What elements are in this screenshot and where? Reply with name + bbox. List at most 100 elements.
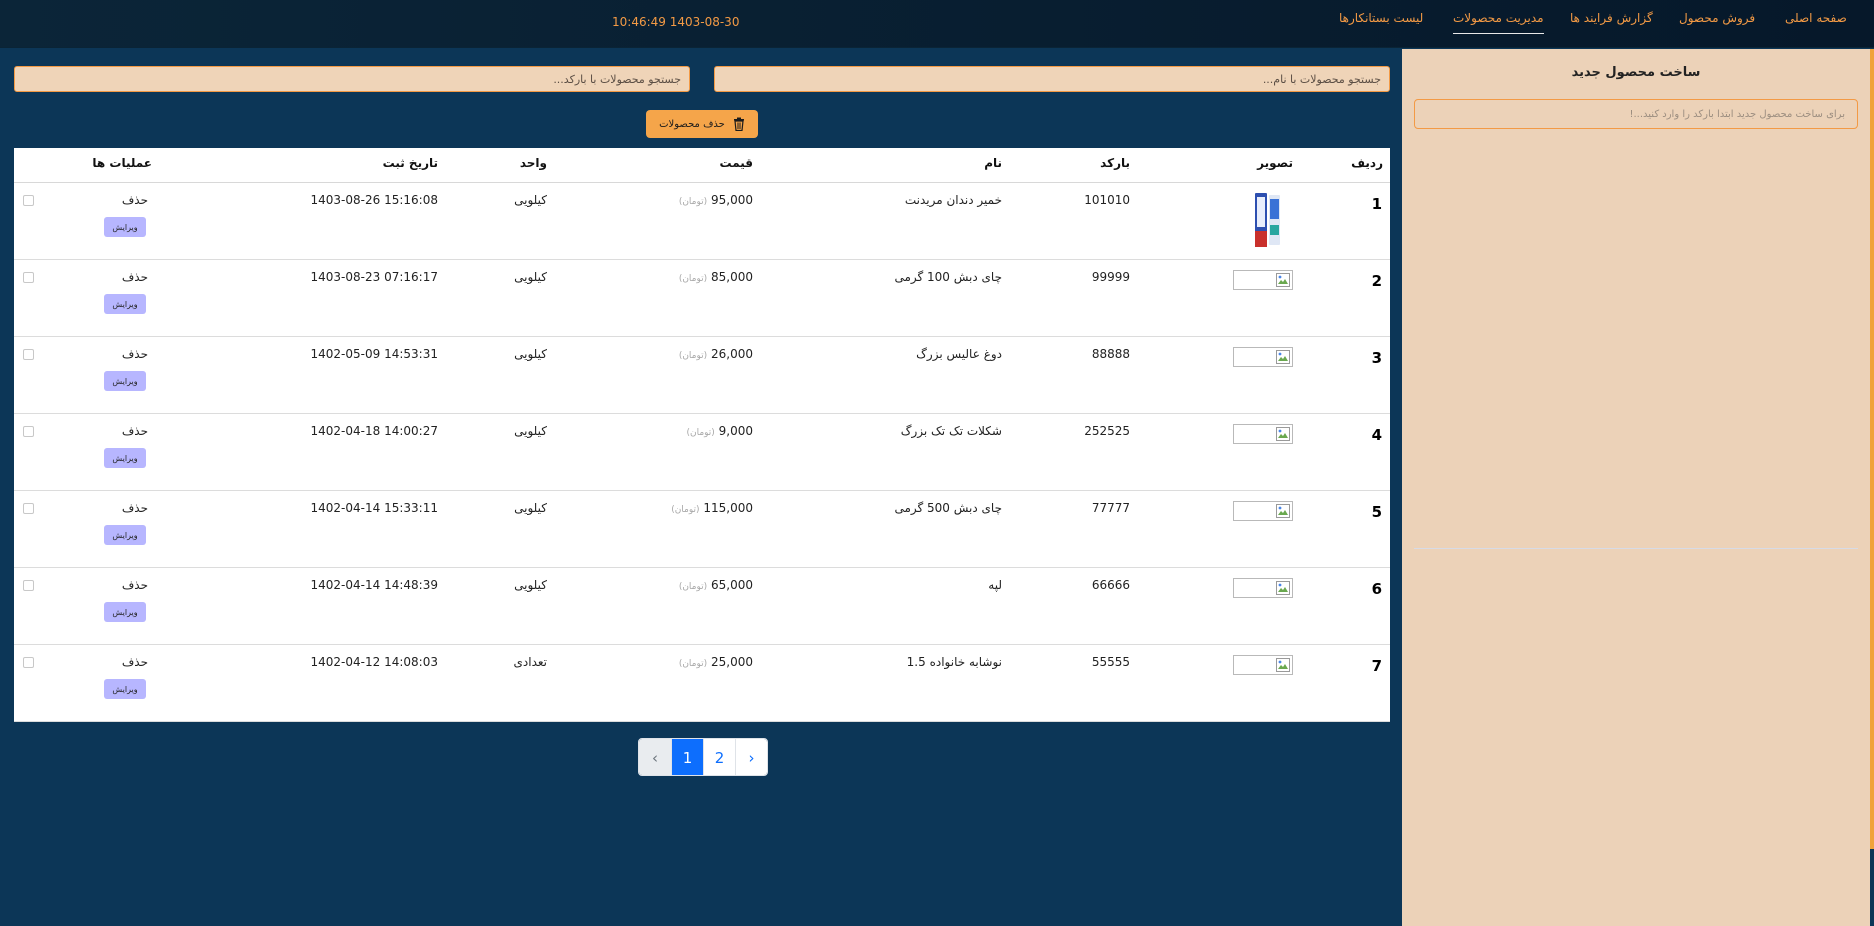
table-row: 6 66666 لپه 65,000 (تومان) کیلویی 14:48:39 14… xyxy=(14,568,1390,645)
row-price-currency: (تومان) xyxy=(678,351,708,361)
row-barcode: 66666 xyxy=(1091,578,1130,592)
create-product-title: ساخت محصول جدید xyxy=(1571,65,1701,80)
row-select-checkbox[interactable] xyxy=(23,580,34,591)
clock: 10:46:49 1403-08-30 xyxy=(612,15,740,29)
table-row: 2 99999 چای دبش 100 گرمی 85,000 (تومان) کیلو… xyxy=(14,260,1390,337)
product-image-placeholder xyxy=(1233,501,1293,521)
header-price: قیمت xyxy=(719,156,753,170)
page-prev-button[interactable]: ‹ xyxy=(639,739,671,775)
table-row: 3 88888 دوغ عالیس بزرگ 26,000 (تومان) کیلویی… xyxy=(14,337,1390,414)
header-image: تصویر xyxy=(1257,156,1293,170)
row-price-currency: (تومان) xyxy=(671,505,700,515)
header-index: ردیف xyxy=(1351,156,1383,170)
row-date: 15:33:11 1402-04-14 xyxy=(310,501,438,515)
row-price-currency: (تومان) xyxy=(678,197,708,207)
row-unit: کیلویی xyxy=(514,578,547,592)
panel-divider xyxy=(1414,548,1858,549)
broken-image-icon xyxy=(1276,427,1290,441)
row-index: 2 xyxy=(1371,272,1382,290)
page-next-button[interactable]: › xyxy=(735,739,767,775)
row-price-value: 95,000 xyxy=(711,193,753,207)
product-image-placeholder xyxy=(1233,424,1293,444)
row-date: 07:16:17 1403-08-23 xyxy=(310,270,438,284)
search-by-barcode-input[interactable] xyxy=(14,66,690,92)
row-delete-link[interactable]: حذف xyxy=(122,655,148,669)
top-navbar: صفحه اصلی فروش محصول گزارش فرایند ها مدی… xyxy=(0,0,1874,48)
row-price-value: 26,000 xyxy=(711,347,753,361)
row-barcode: 101010 xyxy=(1084,193,1130,207)
row-edit-button[interactable]: ویرایش xyxy=(104,217,146,237)
nav-process-reports[interactable]: گزارش فرایند ها xyxy=(1570,11,1653,25)
products-table: ردیف تصویر بارکد نام قیمت واحد تاریخ ثبت… xyxy=(14,148,1390,722)
row-price-value: 115,000 xyxy=(703,501,753,515)
row-select-checkbox[interactable] xyxy=(23,195,34,206)
row-edit-button[interactable]: ویرایش xyxy=(104,294,146,314)
row-delete-link[interactable]: حذف xyxy=(122,270,148,284)
row-barcode: 99999 xyxy=(1091,270,1130,284)
nav-creditors-list[interactable]: لیست بستانکارها xyxy=(1339,11,1423,25)
row-edit-button[interactable]: ویرایش xyxy=(104,371,146,391)
row-price-value: 85,000 xyxy=(711,270,753,284)
scrollbar[interactable] xyxy=(1870,49,1874,849)
row-unit: کیلویی xyxy=(514,193,547,207)
header-unit: واحد xyxy=(519,156,547,170)
broken-image-icon xyxy=(1276,504,1290,518)
row-select-checkbox[interactable] xyxy=(23,657,34,668)
row-delete-link[interactable]: حذف xyxy=(122,578,148,592)
delete-products-label: حذف محصولات xyxy=(659,118,725,130)
row-edit-button[interactable]: ویرایش xyxy=(104,602,146,622)
row-unit: کیلویی xyxy=(514,270,547,284)
trash-icon xyxy=(733,117,744,131)
row-price: 95,000 (تومان) xyxy=(679,193,753,207)
row-price: 25,000 (تومان) xyxy=(679,655,753,669)
row-edit-button[interactable]: ویرایش xyxy=(104,679,146,699)
header-actions: عملیات ها xyxy=(92,156,152,170)
nav-product-management[interactable]: مدیریت محصولات xyxy=(1453,11,1544,34)
row-select-checkbox[interactable] xyxy=(23,503,34,514)
row-delete-link[interactable]: حذف xyxy=(122,501,148,515)
row-barcode: 77777 xyxy=(1091,501,1130,515)
product-image-placeholder xyxy=(1233,578,1293,598)
row-name: لپه xyxy=(988,578,1002,592)
row-name: چای دبش 500 گرمی xyxy=(894,501,1002,515)
nav-sell-product[interactable]: فروش محصول xyxy=(1679,11,1755,25)
row-price: 9,000 (تومان) xyxy=(686,424,753,438)
row-delete-link[interactable]: حذف xyxy=(122,347,148,361)
product-image-placeholder xyxy=(1233,270,1293,290)
row-unit: کیلویی xyxy=(514,424,547,438)
row-index: 7 xyxy=(1371,657,1382,675)
row-unit: کیلویی xyxy=(514,347,547,361)
broken-image-icon xyxy=(1276,350,1290,364)
broken-image-icon xyxy=(1276,273,1290,287)
pagination: ‹ 1 2 › xyxy=(638,738,768,776)
product-image-placeholder xyxy=(1233,347,1293,367)
row-price: 65,000 (تومان) xyxy=(679,578,753,592)
row-price-currency: (تومان) xyxy=(678,274,708,284)
search-by-name-input[interactable] xyxy=(714,66,1390,92)
row-barcode: 55555 xyxy=(1091,655,1130,669)
header-name: نام xyxy=(984,156,1002,170)
row-date: 15:16:08 1403-08-26 xyxy=(310,193,438,207)
row-select-checkbox[interactable] xyxy=(23,426,34,437)
product-image-placeholder xyxy=(1233,655,1293,675)
row-edit-button[interactable]: ویرایش xyxy=(104,525,146,545)
row-delete-link[interactable]: حذف xyxy=(122,424,148,438)
page-2-button[interactable]: 2 xyxy=(703,739,735,775)
page-1-button[interactable]: 1 xyxy=(671,739,703,775)
nav-home[interactable]: صفحه اصلی xyxy=(1785,11,1847,25)
row-select-checkbox[interactable] xyxy=(23,349,34,360)
new-product-barcode-input[interactable] xyxy=(1414,99,1858,129)
row-select-checkbox[interactable] xyxy=(23,272,34,283)
row-name: نوشابه خانواده 1.5 xyxy=(906,655,1002,669)
create-product-panel: ساخت محصول جدید xyxy=(1402,49,1870,926)
row-name: شکلات تک تک بزرگ xyxy=(900,424,1002,438)
table-row: 4 252525 شکلات تک تک بزرگ 9,000 (تومان) کیلو… xyxy=(14,414,1390,491)
header-date: تاریخ ثبت xyxy=(382,156,438,170)
row-name: چای دبش 100 گرمی xyxy=(894,270,1002,284)
row-divider xyxy=(14,721,1390,722)
row-delete-link[interactable]: حذف xyxy=(122,193,148,207)
table-row: 1 101010 خمیر دندان مریدنت 95,000 (تومان) کی… xyxy=(14,183,1390,260)
row-price: 85,000 (تومان) xyxy=(679,270,753,284)
row-edit-button[interactable]: ویرایش xyxy=(104,448,146,468)
delete-products-button[interactable]: حذف محصولات xyxy=(646,110,758,138)
